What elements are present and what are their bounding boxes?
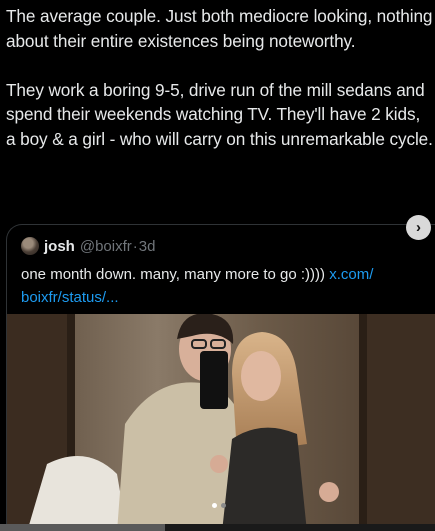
- tweet-text: The average couple. Just both mediocre l…: [6, 4, 434, 151]
- carousel-indicator: [212, 503, 226, 508]
- quoted-author-name[interactable]: josh: [44, 238, 75, 255]
- carousel-dot-1[interactable]: [212, 503, 217, 508]
- quoted-tweet-time[interactable]: 3d: [139, 238, 156, 255]
- quoted-author-handle[interactable]: @boixfr: [80, 238, 132, 255]
- carousel-next-button[interactable]: ›: [406, 215, 431, 240]
- tweet-photo[interactable]: [7, 314, 435, 531]
- tweet-paragraph-2: They work a boring 9-5, drive run of the…: [6, 79, 433, 149]
- quoted-tweet-header: josh @boixfr · 3d: [21, 237, 155, 255]
- avatar[interactable]: [21, 237, 39, 255]
- quoted-tweet-text: one month down. many, many more to go :)…: [21, 263, 421, 309]
- photo-image: [7, 314, 435, 531]
- quoted-tweet-card[interactable]: josh @boixfr · 3d one month down. many, …: [6, 224, 435, 531]
- scrollbar-thumb[interactable]: [0, 524, 165, 531]
- meta-separator: ·: [132, 237, 138, 255]
- carousel-dot-2[interactable]: [221, 503, 226, 508]
- quoted-tweet-body: one month down. many, many more to go :)…: [21, 266, 330, 283]
- tweet-paragraph-1: The average couple. Just both mediocre l…: [6, 6, 433, 51]
- chevron-right-icon: ›: [416, 219, 421, 236]
